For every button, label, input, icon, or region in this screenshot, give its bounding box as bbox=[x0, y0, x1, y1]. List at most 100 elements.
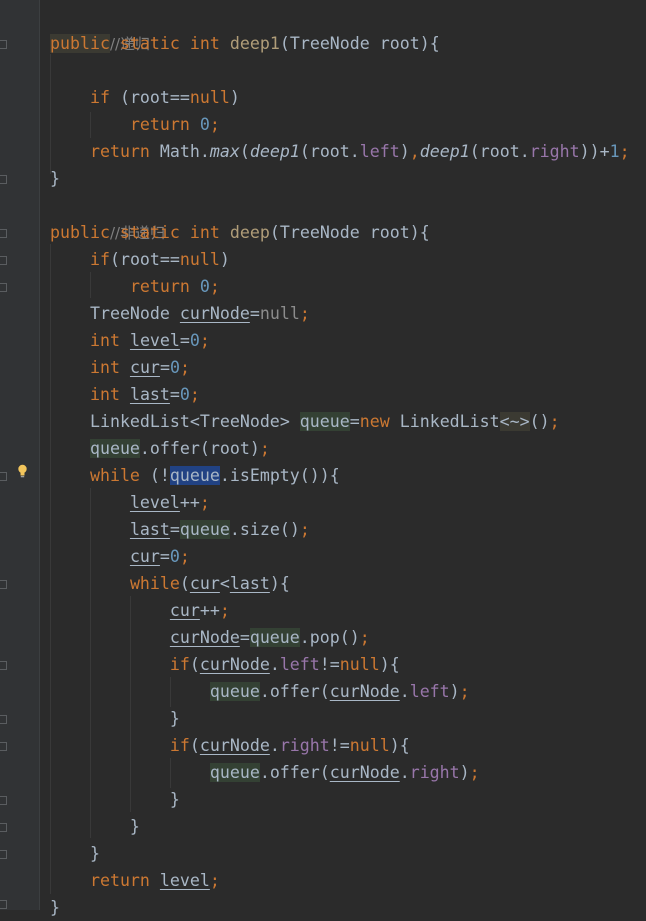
call-offer: offer bbox=[269, 763, 320, 782]
code-line-6[interactable]: return Math.max(deep1(root.left),deep1(r… bbox=[50, 138, 630, 165]
code-line-25[interactable]: if(curNode.left!=null){ bbox=[50, 651, 400, 678]
code-line-9[interactable]: public static int deep(TreeNode root){ bbox=[50, 219, 430, 246]
var-level: level bbox=[129, 331, 180, 350]
keyword-if: if bbox=[169, 736, 190, 755]
keyword-public: public bbox=[50, 223, 110, 242]
fold-marker-icon[interactable] bbox=[0, 256, 7, 265]
keyword-return: return bbox=[129, 277, 190, 296]
code-line-10[interactable]: if(root==null) bbox=[50, 246, 230, 273]
number-zero: 0 bbox=[179, 385, 190, 404]
code-line-2[interactable]: public static int deep1(TreeNode root){ bbox=[50, 30, 440, 57]
code-line-20[interactable]: last=queue.size(); bbox=[50, 516, 310, 543]
fold-marker-icon[interactable] bbox=[0, 796, 7, 805]
keyword-null: null bbox=[339, 655, 380, 674]
fold-marker-icon[interactable] bbox=[0, 715, 7, 724]
keyword-null: null bbox=[349, 736, 390, 755]
number-one: 1 bbox=[609, 142, 620, 161]
field-left: left bbox=[409, 682, 450, 701]
var-queue: queue bbox=[209, 682, 260, 701]
keyword-return: return bbox=[129, 115, 190, 134]
fold-marker-icon[interactable] bbox=[0, 472, 7, 481]
type-treenode: TreeNode bbox=[289, 34, 370, 53]
fold-marker-icon[interactable] bbox=[0, 283, 7, 292]
code-line-8[interactable]: //非递归 bbox=[50, 192, 165, 242]
call-offer: offer bbox=[149, 439, 200, 458]
var-last: last bbox=[129, 520, 170, 539]
method-name-deep1: deep1 bbox=[229, 34, 280, 53]
var-level: level bbox=[159, 871, 210, 890]
code-line-33[interactable]: return level; bbox=[50, 867, 220, 894]
fold-marker-icon[interactable] bbox=[0, 850, 7, 859]
code-line-14[interactable]: int cur=0; bbox=[50, 354, 190, 381]
fold-marker-icon[interactable] bbox=[0, 175, 7, 184]
code-line-5[interactable]: return 0; bbox=[50, 111, 220, 138]
keyword-null: null bbox=[259, 304, 300, 323]
method-max: max bbox=[209, 142, 240, 161]
field-left: left bbox=[279, 655, 320, 674]
code-line-26[interactable]: queue.offer(curNode.left); bbox=[50, 678, 470, 705]
keyword-int: int bbox=[189, 223, 220, 242]
call-size: size bbox=[239, 520, 280, 539]
var-root: root bbox=[309, 142, 350, 161]
keyword-while: while bbox=[89, 466, 140, 485]
code-line-15[interactable]: int last=0; bbox=[50, 381, 200, 408]
type-treenode: TreeNode bbox=[89, 304, 170, 323]
diamond-operator: <~> bbox=[499, 412, 530, 431]
code-line-27[interactable]: } bbox=[50, 705, 180, 732]
code-line-17[interactable]: queue.offer(root); bbox=[50, 435, 270, 462]
keyword-return: return bbox=[89, 871, 150, 890]
lightbulb-icon[interactable] bbox=[17, 464, 28, 478]
code-line-32[interactable]: } bbox=[50, 840, 100, 867]
fold-marker-icon[interactable] bbox=[0, 661, 7, 670]
number-zero: 0 bbox=[189, 331, 200, 350]
keyword-int: int bbox=[89, 331, 120, 350]
var-queue-selected: queue bbox=[169, 466, 220, 485]
code-line-16[interactable]: LinkedList<TreeNode> queue=new LinkedLis… bbox=[50, 408, 560, 435]
code-line-13[interactable]: int level=0; bbox=[50, 327, 210, 354]
code-line-31[interactable]: } bbox=[50, 813, 140, 840]
param-root: root bbox=[379, 34, 420, 53]
fold-marker-icon[interactable] bbox=[0, 580, 7, 589]
var-last: last bbox=[129, 385, 170, 404]
keyword-static: static bbox=[119, 34, 180, 53]
keyword-null: null bbox=[189, 88, 230, 107]
code-line-30[interactable]: } bbox=[50, 786, 180, 813]
editor-gutter[interactable] bbox=[0, 0, 40, 910]
code-line-21[interactable]: cur=0; bbox=[50, 543, 190, 570]
var-queue: queue bbox=[249, 628, 300, 647]
call-deep1: deep1 bbox=[249, 142, 300, 161]
code-line-23[interactable]: cur++; bbox=[50, 597, 230, 624]
keyword-int: int bbox=[189, 34, 220, 53]
var-root: root bbox=[209, 439, 250, 458]
code-line-7[interactable]: } bbox=[50, 165, 60, 192]
code-line-18[interactable]: while (!queue.isEmpty()){ bbox=[50, 462, 340, 489]
code-line-22[interactable]: while(cur<last){ bbox=[50, 570, 290, 597]
code-line-11[interactable]: return 0; bbox=[50, 273, 220, 300]
code-line-28[interactable]: if(curNode.right!=null){ bbox=[50, 732, 410, 759]
code-line-34[interactable]: } bbox=[50, 894, 60, 921]
method-name-deep: deep bbox=[229, 223, 270, 242]
number-zero: 0 bbox=[169, 358, 180, 377]
fold-marker-icon[interactable] bbox=[0, 900, 7, 909]
code-line-29[interactable]: queue.offer(curNode.right); bbox=[50, 759, 480, 786]
code-editor[interactable]: //递归 public static int deep1(TreeNode ro… bbox=[0, 0, 646, 917]
fold-marker-icon[interactable] bbox=[0, 823, 7, 832]
keyword-public: public bbox=[50, 34, 110, 53]
keyword-null: null bbox=[179, 250, 220, 269]
fold-marker-icon[interactable] bbox=[0, 40, 7, 49]
field-right: right bbox=[409, 763, 460, 782]
keyword-while: while bbox=[129, 574, 180, 593]
code-line-12[interactable]: TreeNode curNode=null; bbox=[50, 300, 310, 327]
code-line-24[interactable]: curNode=queue.pop(); bbox=[50, 624, 370, 651]
var-cur: cur bbox=[169, 601, 200, 620]
keyword-if: if bbox=[89, 88, 110, 107]
code-line-19[interactable]: level++; bbox=[50, 489, 210, 516]
class-math: Math bbox=[159, 142, 200, 161]
fold-marker-icon[interactable] bbox=[0, 742, 7, 751]
keyword-if: if bbox=[89, 250, 110, 269]
code-line-1[interactable]: //递归 bbox=[50, 3, 150, 53]
code-line-4[interactable]: if (root==null) bbox=[50, 84, 240, 111]
var-curnode: curNode bbox=[179, 304, 250, 323]
fold-marker-icon[interactable] bbox=[0, 229, 7, 238]
var-curnode: curNode bbox=[169, 628, 240, 647]
